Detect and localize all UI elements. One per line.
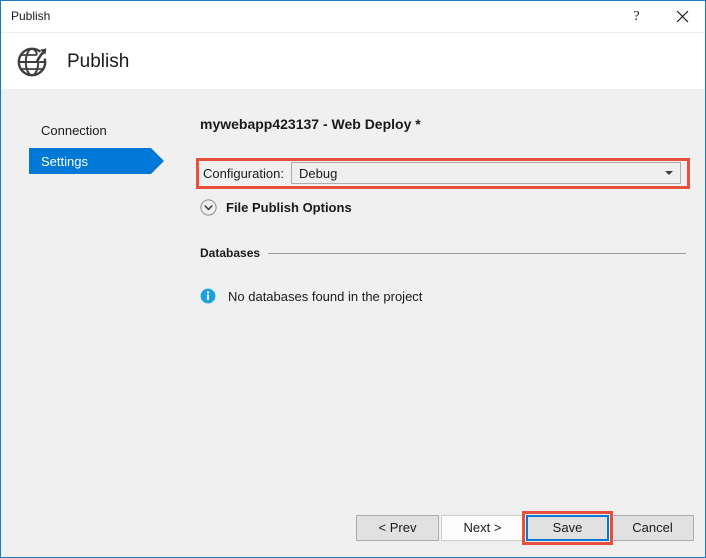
close-icon — [676, 10, 689, 23]
databases-section-label: Databases — [200, 246, 260, 260]
publish-profile-title: mywebapp423137 - Web Deploy * — [200, 116, 421, 132]
chevron-down-icon — [665, 171, 673, 175]
databases-section-header: Databases — [200, 245, 686, 261]
databases-empty-message-row: No databases found in the project — [200, 287, 422, 305]
next-button[interactable]: Next > — [441, 515, 524, 541]
settings-pane: mywebapp423137 - Web Deploy * Configurat… — [181, 89, 705, 557]
sidebar-item-settings[interactable]: Settings — [29, 148, 151, 174]
circled-chevron-down-icon — [200, 199, 217, 216]
sidebar-selection-arrow-icon — [151, 148, 164, 174]
dialog-footer: < Prev Next > Save Cancel — [1, 489, 705, 557]
configuration-dropdown[interactable]: Debug — [291, 162, 681, 184]
wizard-sidebar: Connection Settings — [1, 89, 181, 557]
sidebar-item-label: Connection — [41, 123, 107, 138]
close-button[interactable] — [660, 1, 705, 32]
question-mark-icon: ? — [633, 10, 639, 24]
help-button[interactable]: ? — [614, 1, 659, 32]
databases-empty-message: No databases found in the project — [228, 289, 422, 304]
sidebar-item-connection[interactable]: Connection — [29, 117, 151, 143]
sidebar-item-label: Settings — [41, 154, 88, 169]
prev-button[interactable]: < Prev — [356, 515, 439, 541]
globe-publish-icon — [15, 42, 53, 80]
dialog-body: Connection Settings mywebapp423137 - Web… — [1, 89, 705, 557]
dialog-header-title: Publish — [67, 50, 129, 74]
cancel-button[interactable]: Cancel — [611, 515, 694, 541]
info-icon — [200, 288, 216, 304]
publish-dialog-window: Publish ? Publish Connec — [0, 0, 706, 558]
window-title: Publish — [11, 9, 50, 23]
title-bar: Publish ? — [1, 1, 705, 32]
configuration-label: Configuration: — [203, 166, 284, 181]
file-publish-options-expander[interactable]: File Publish Options — [200, 197, 352, 217]
save-button[interactable]: Save — [526, 515, 609, 541]
dialog-header: Publish — [1, 32, 705, 89]
section-divider — [268, 253, 686, 254]
configuration-dropdown-value: Debug — [299, 166, 337, 181]
file-publish-options-label: File Publish Options — [226, 200, 352, 215]
